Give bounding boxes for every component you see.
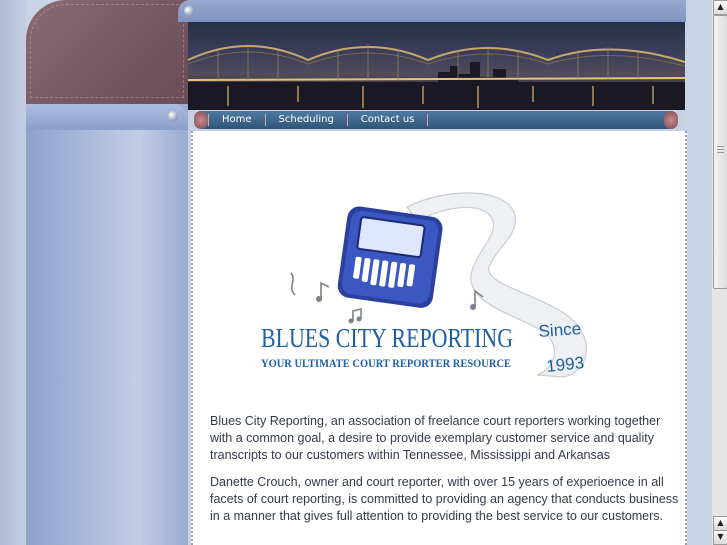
blues-city-reporting-logo: BLUES CITY REPORTING YOUR ULTIMATE COURT… — [261, 192, 588, 378]
rivet-icon — [184, 6, 194, 16]
header-top-strip — [178, 0, 686, 22]
main-nav: Home Scheduling Contact us — [194, 111, 678, 129]
scroll-up-arrow-icon[interactable]: ▲ — [713, 0, 727, 15]
left-edge-decoration — [0, 0, 26, 545]
nav-bar-container: Home Scheduling Contact us — [188, 110, 685, 131]
nav-home[interactable]: Home — [208, 114, 266, 126]
nav-scheduling[interactable]: Scheduling — [266, 114, 348, 126]
header-banner-bridge-photo — [188, 22, 685, 110]
owner-paragraph: Danette Crouch, owner and court reporter… — [210, 475, 679, 523]
maroon-corner-panel — [26, 0, 188, 104]
logo-year-text: 1993 — [545, 353, 585, 376]
scroll-up-arrow-icon[interactable]: ▲ — [713, 516, 727, 531]
nav-right-cap — [664, 111, 678, 129]
vertical-scrollbar[interactable]: ▲ ▲ ▼ — [711, 0, 727, 545]
nav-left-cap — [194, 111, 208, 129]
logo-name-text: BLUES CITY REPORTING — [261, 323, 513, 353]
scrollbar-grip-line — [717, 152, 724, 153]
rivet-icon — [168, 111, 178, 121]
bridge-illustration — [188, 44, 685, 110]
scrollbar-grip-line — [717, 149, 724, 150]
scrollbar-grip-line — [717, 146, 724, 147]
scrollbar-thumb[interactable] — [713, 15, 727, 289]
scroll-down-arrow-icon[interactable]: ▼ — [713, 530, 727, 545]
logo-tagline-text: YOUR ULTIMATE COURT REPORTER RESOURCE — [261, 356, 511, 370]
main-content: BLUES CITY REPORTING YOUR ULTIMATE COURT… — [191, 131, 687, 545]
left-panel-strip — [26, 104, 188, 130]
logo-since-text: Since — [538, 319, 582, 341]
nav-contact-us[interactable]: Contact us — [348, 114, 429, 126]
left-blue-panel — [26, 104, 188, 545]
intro-paragraph: Blues City Reporting, an association of … — [210, 414, 661, 462]
